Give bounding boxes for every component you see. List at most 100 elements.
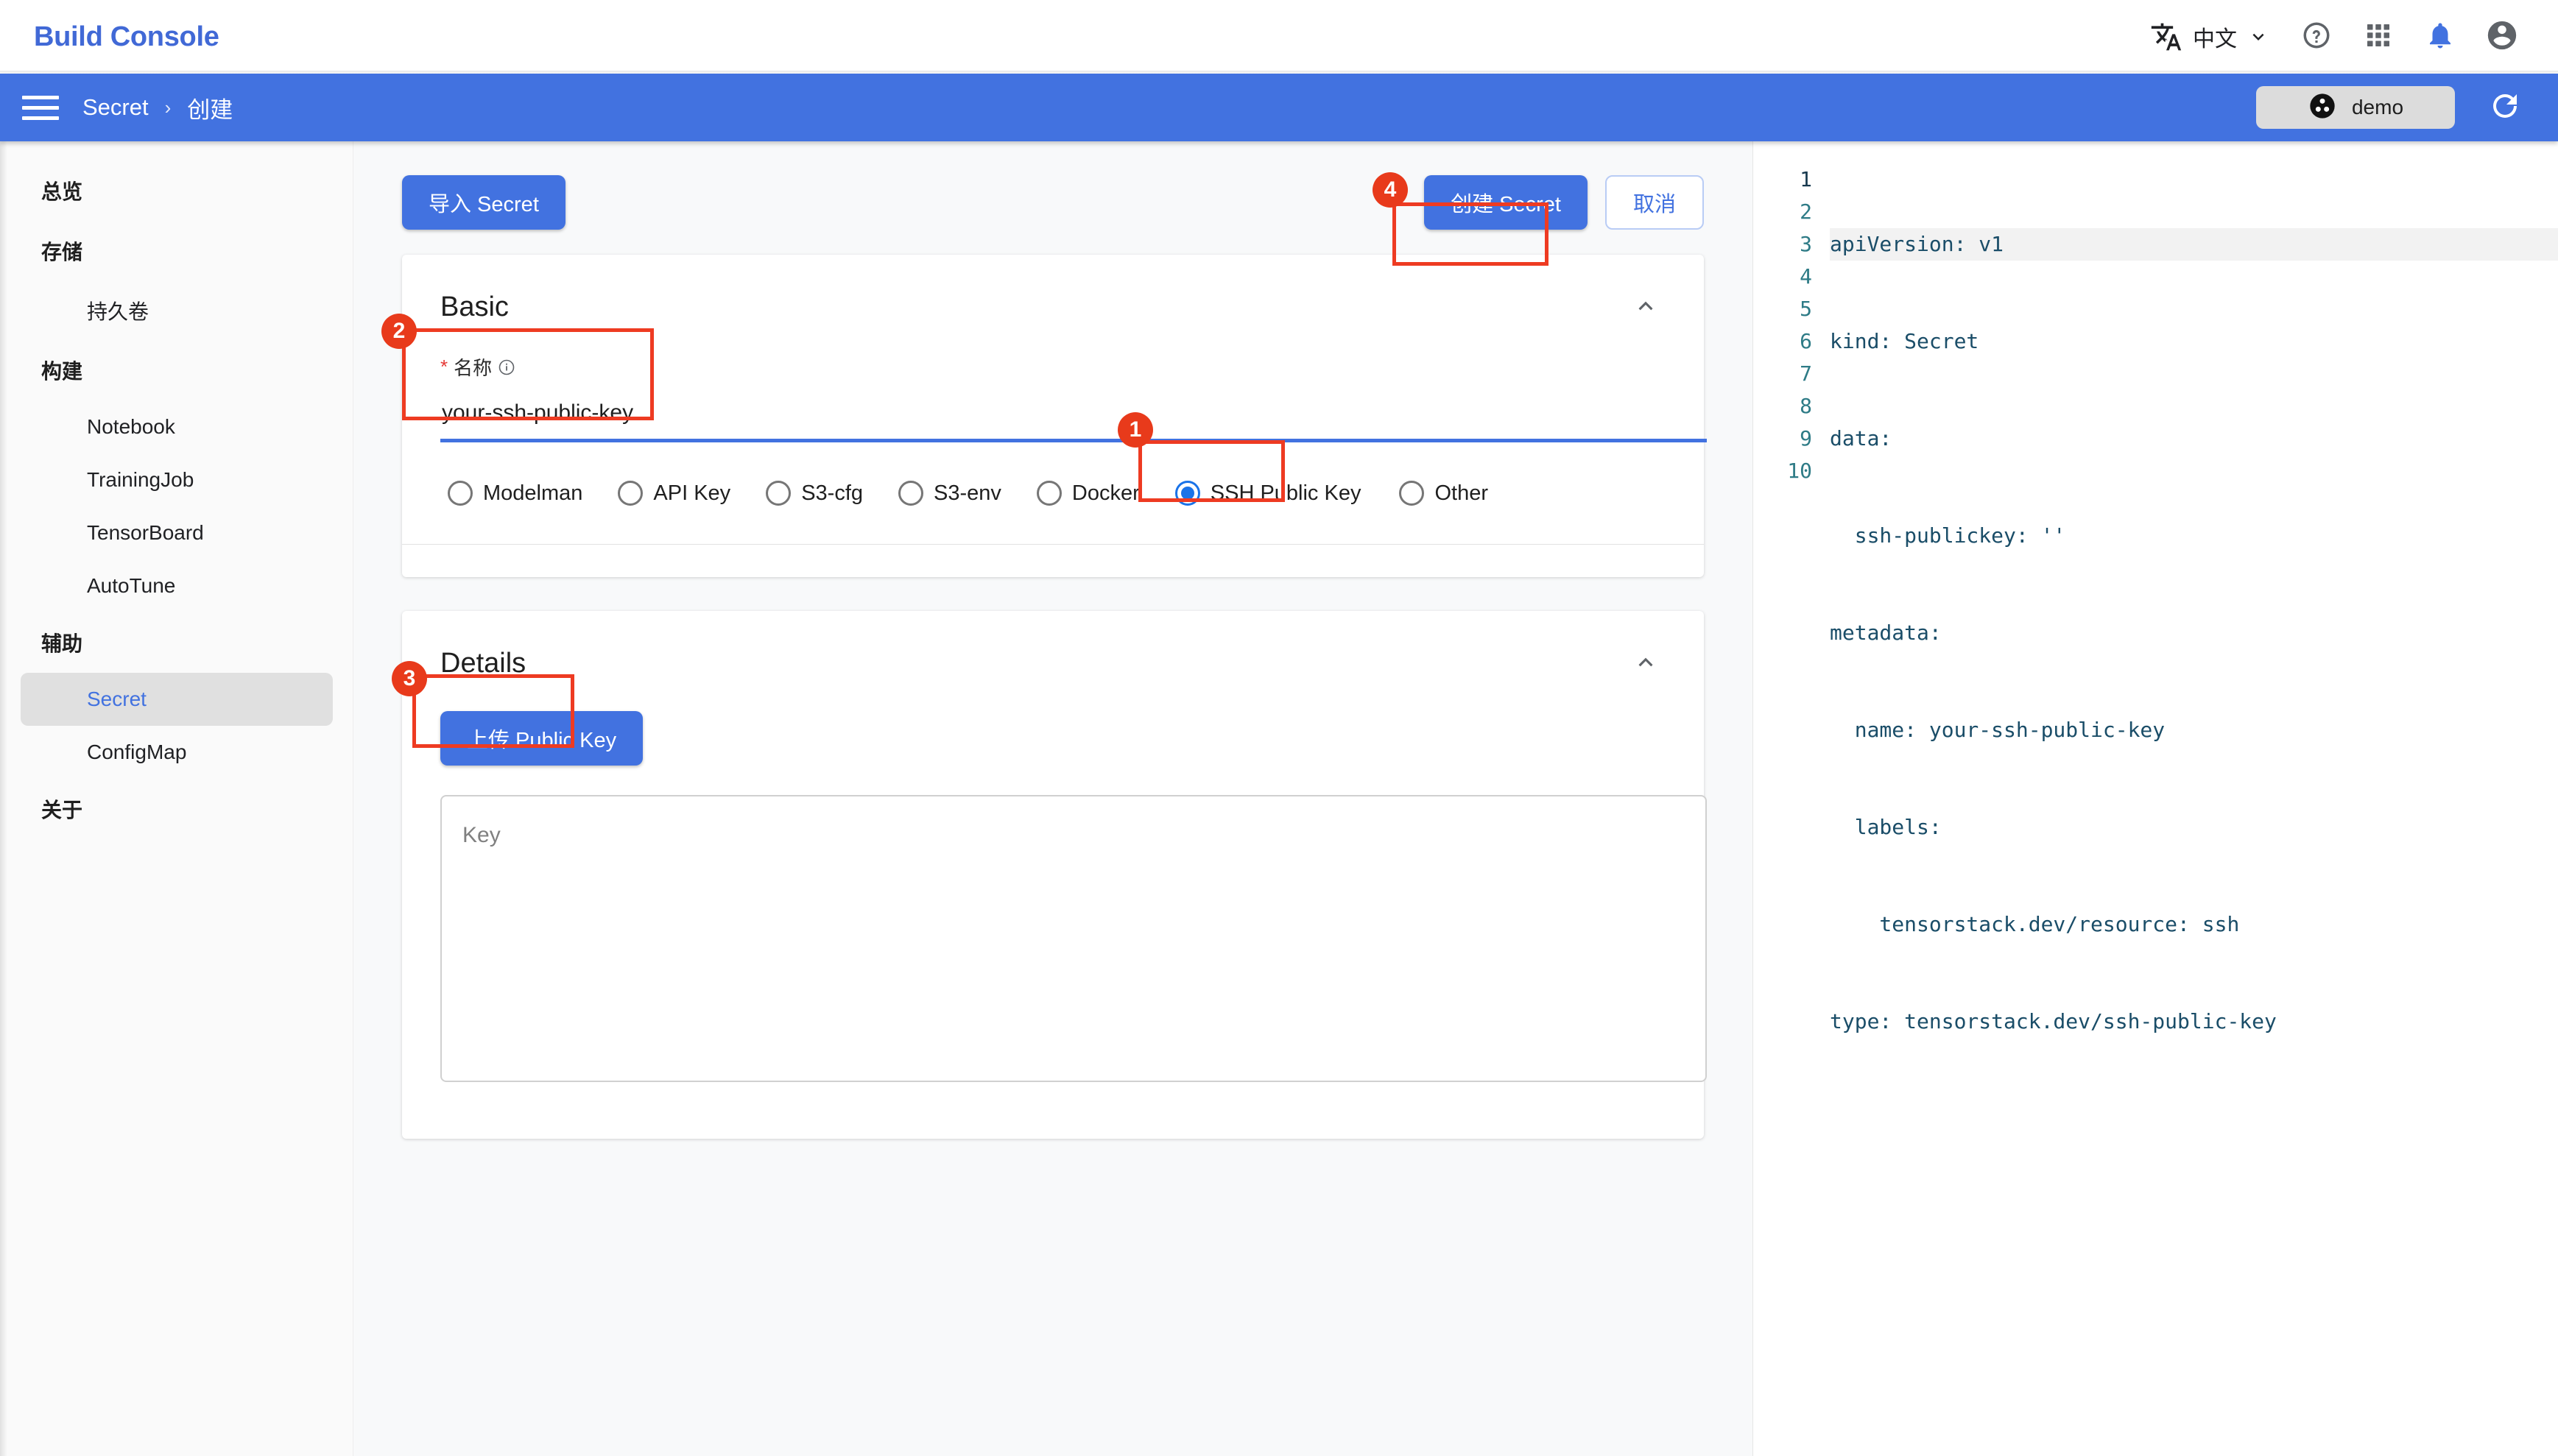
- radio-label-other: Other: [1434, 481, 1488, 505]
- yaml-code[interactable]: apiVersion: v1 kind: Secret data: ssh-pu…: [1830, 163, 2558, 1200]
- refresh-button[interactable]: [2478, 81, 2531, 134]
- chevron-down-icon: [2247, 26, 2269, 48]
- app-brand: Build Console: [34, 21, 219, 52]
- details-card-title: Details: [440, 647, 526, 679]
- radio-circle-icon: [448, 481, 473, 506]
- name-label-text: 名称: [454, 357, 493, 379]
- name-input[interactable]: [440, 391, 1707, 442]
- namespace-label: demo: [2351, 96, 2404, 119]
- annotation-marker-2: 2: [381, 314, 417, 349]
- secret-create-form: 导入 Secret 创建 Secret 取消 4 Basic * 名称 your…: [353, 141, 1752, 1456]
- secret-type-radio-group: Modelman API Key S3-cfg S3-env Docker SS…: [440, 475, 1666, 512]
- breadcrumb-separator-icon: ›: [164, 96, 172, 119]
- yaml-line: metadata:: [1830, 621, 1942, 645]
- language-label: 中文: [2193, 27, 2237, 52]
- radio-circle-icon: [618, 481, 644, 506]
- radio-option-s3-cfg[interactable]: S3-cfg: [758, 475, 870, 512]
- radio-label-docker: Docker: [1071, 481, 1140, 505]
- notifications-button[interactable]: [2409, 6, 2471, 68]
- yaml-line: [1830, 1103, 2558, 1135]
- sidebar-item-notebook[interactable]: Notebook: [21, 400, 333, 453]
- account-button[interactable]: [2471, 6, 2533, 68]
- annotation-marker-4: 4: [1373, 172, 1408, 208]
- line-number: 7: [1800, 361, 1812, 386]
- details-card-header: Details: [440, 643, 1666, 689]
- yaml-editor[interactable]: 1 2 3 4 5 6 7 8 9 10 apiVersion: v1 kind…: [1753, 153, 2558, 1200]
- refresh-icon: [2487, 88, 2523, 127]
- sidebar-group-about[interactable]: 关于: [0, 779, 353, 839]
- basic-card-title: Basic: [440, 291, 509, 322]
- yaml-line: ssh-publickey: '': [1830, 523, 2066, 548]
- namespace-selector[interactable]: demo: [2256, 86, 2455, 129]
- bell-icon: [2425, 20, 2456, 54]
- radio-circle-icon: [766, 481, 792, 506]
- create-secret-button[interactable]: 创建 Secret: [1424, 175, 1588, 230]
- breadcrumb: Secret › 创建: [82, 91, 233, 124]
- sidebar-group-auxiliary: 辅助: [41, 632, 83, 655]
- sidebar-item-autotune[interactable]: AutoTune: [21, 559, 333, 612]
- basic-card-divider: [402, 544, 1704, 545]
- key-textarea[interactable]: [440, 795, 1707, 1082]
- yaml-line: apiVersion: v1: [1830, 228, 2558, 261]
- import-secret-button[interactable]: 导入 Secret: [402, 175, 565, 230]
- sidebar-item-configmap[interactable]: ConfigMap: [21, 726, 333, 779]
- annotation-marker-3: 3: [392, 661, 427, 696]
- line-number: 10: [1787, 459, 1812, 483]
- header-actions: 中文: [2134, 6, 2533, 68]
- annotation-marker-1: 1: [1118, 412, 1153, 448]
- line-number: 5: [1800, 297, 1812, 321]
- chevron-up-icon: [1632, 648, 1660, 679]
- yaml-preview-panel: 1 2 3 4 5 6 7 8 9 10 apiVersion: v1 kind…: [1752, 141, 2558, 1456]
- line-number: 2: [1800, 199, 1812, 224]
- sidebar-group-overview[interactable]: 总览: [0, 160, 353, 221]
- language-selector[interactable]: 中文: [2134, 11, 2286, 63]
- name-field-label: * 名称: [440, 353, 1666, 381]
- help-button[interactable]: [2286, 6, 2347, 68]
- radio-circle-icon: [898, 481, 924, 506]
- radio-label-s3-env: S3-env: [934, 481, 1001, 505]
- yaml-line: kind: Secret: [1830, 329, 1979, 353]
- basic-collapse-button[interactable]: [1626, 287, 1666, 327]
- details-collapse-button[interactable]: [1626, 643, 1666, 683]
- account-circle-icon: [2485, 18, 2519, 56]
- breadcrumb-bar: Secret › 创建 demo: [0, 74, 2558, 141]
- breadcrumb-item-secret[interactable]: Secret: [82, 94, 149, 121]
- cancel-button[interactable]: 取消: [1604, 175, 1704, 230]
- radio-option-modelman[interactable]: Modelman: [440, 475, 590, 512]
- sidebar-item-tensorboard[interactable]: TensorBoard: [21, 506, 333, 559]
- line-number: 4: [1800, 264, 1812, 289]
- line-number: 1: [1800, 167, 1812, 191]
- radio-label-api-key: API Key: [653, 481, 731, 505]
- radio-option-other[interactable]: Other: [1392, 475, 1495, 512]
- sidebar-group-build: 构建: [41, 360, 83, 383]
- radio-circle-icon: [1174, 481, 1200, 506]
- sidebar: 总览 存储 持久卷 构建 Notebook TrainingJob Tensor…: [0, 141, 353, 1456]
- name-field-wrapper: * 名称: [440, 353, 1707, 442]
- radio-option-docker[interactable]: Docker: [1029, 475, 1147, 512]
- hamburger-menu-icon[interactable]: [19, 86, 62, 129]
- yaml-line: type: tensorstack.dev/ssh-public-key: [1830, 1009, 2277, 1033]
- required-asterisk: *: [440, 356, 448, 378]
- main-content: 导入 Secret 创建 Secret 取消 4 Basic * 名称 your…: [353, 141, 2558, 1456]
- app-header: Build Console 中文: [0, 0, 2558, 74]
- yaml-line-numbers: 1 2 3 4 5 6 7 8 9 10: [1753, 163, 1830, 1200]
- upload-public-key-button[interactable]: 上传 Public Key: [440, 711, 644, 766]
- sidebar-item-secret[interactable]: Secret: [21, 673, 333, 726]
- yaml-line: tensorstack.dev/resource: ssh: [1830, 912, 2240, 936]
- info-circle-icon[interactable]: [498, 358, 515, 376]
- line-number: 8: [1800, 394, 1812, 418]
- radio-label-modelman: Modelman: [483, 481, 583, 505]
- sidebar-item-persistent-volume[interactable]: 持久卷: [21, 281, 333, 340]
- form-toolbar: 导入 Secret 创建 Secret 取消: [353, 171, 1752, 234]
- basic-card-header: Basic: [440, 287, 1666, 333]
- details-card: Details 上传 Public Key 3: [392, 611, 1707, 1139]
- yaml-line: name: your-ssh-public-key: [1830, 718, 2166, 742]
- radio-option-s3-env[interactable]: S3-env: [891, 475, 1009, 512]
- radio-option-ssh-public-key[interactable]: SSH Public Key: [1168, 475, 1369, 512]
- upload-button-wrapper: 上传 Public Key: [440, 711, 1666, 766]
- radio-option-api-key[interactable]: API Key: [610, 475, 738, 512]
- yaml-line: data:: [1830, 426, 1892, 450]
- apps-button[interactable]: [2347, 6, 2409, 68]
- sidebar-item-trainingjob[interactable]: TrainingJob: [21, 453, 333, 506]
- radio-circle-icon: [1036, 481, 1062, 506]
